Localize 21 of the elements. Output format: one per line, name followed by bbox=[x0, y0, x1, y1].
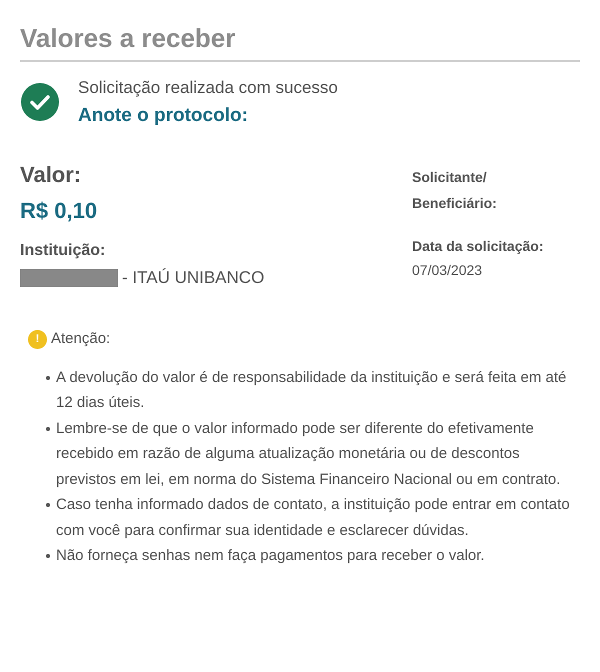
bullet-icon bbox=[46, 426, 50, 430]
attention-item: Lembre-se de que o valor informado pode ser diferente do efetivamente recebido em razão de alguma atualização monetária ou de descontos previstos em lei, em norma do Sistema Financeiro Nacional ou em contrato. bbox=[56, 418, 562, 490]
success-message: Solicitação realizada com sucesso bbox=[78, 77, 338, 99]
solicitante-label: Solicitante/ Beneficiário: bbox=[412, 168, 498, 213]
bullet-icon bbox=[46, 503, 50, 507]
valor-label: Valor: bbox=[20, 161, 82, 189]
valor-amount: R$ 0,10 bbox=[20, 197, 98, 225]
attention-item: Não forneça senhas nem faça pagamentos para receber o valor. bbox=[56, 546, 485, 566]
bullet-icon bbox=[46, 554, 50, 558]
instituicao-value: - ITAÚ UNIBANCO bbox=[122, 267, 264, 289]
protocol-label: Anote o protocolo: bbox=[78, 104, 249, 128]
page-title: Valores a receber bbox=[20, 20, 580, 62]
instituicao-label: Instituição: bbox=[20, 241, 106, 261]
attention-item: A devolução do valor é de responsabilidade da instituição e será feita em até 12 dias úteis. bbox=[56, 368, 568, 413]
data-solicitacao-label: Data da solicitação: bbox=[412, 237, 544, 256]
attention-title: Atenção: bbox=[51, 329, 110, 349]
success-check-icon bbox=[20, 82, 60, 122]
data-solicitacao-value: 07/03/2023 bbox=[412, 261, 484, 280]
attention-item: Caso tenha informado dados de contato, a instituição pode entrar em contato com você para confirmar sua identidade e esclarecer dúvidas. bbox=[56, 495, 571, 540]
bullet-icon bbox=[46, 376, 50, 380]
warning-icon: ! bbox=[28, 330, 47, 349]
